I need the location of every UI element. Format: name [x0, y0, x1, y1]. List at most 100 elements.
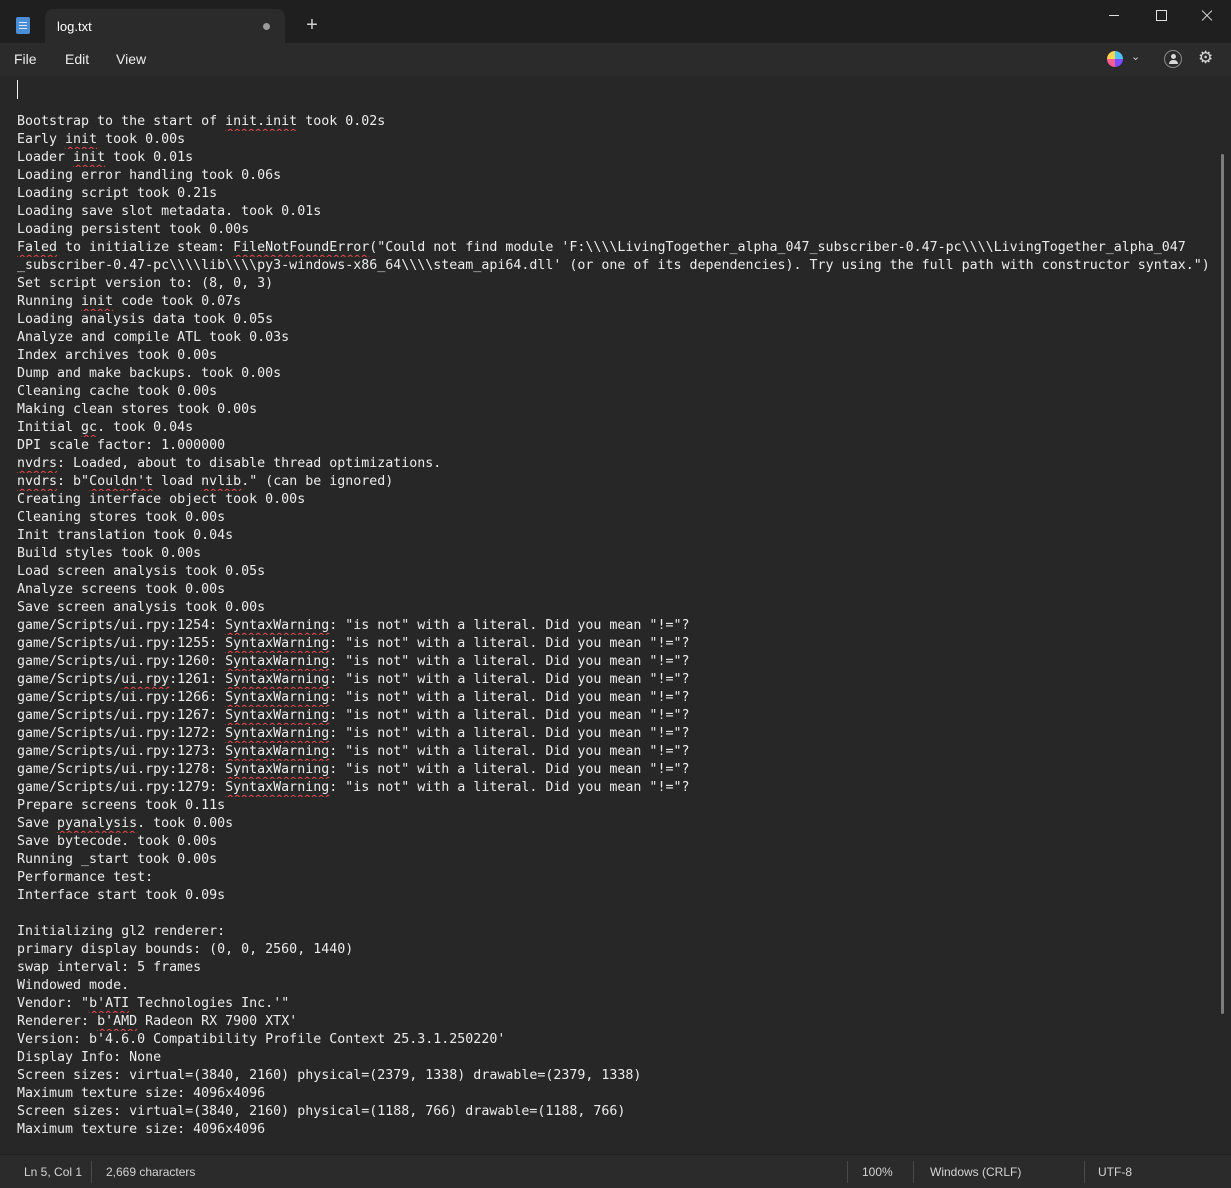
close-icon[interactable] — [1184, 0, 1230, 32]
spellcheck-word: init — [65, 132, 98, 147]
text-line: Initializing gl2 renderer: — [17, 923, 1212, 941]
text-segment: Bootstrap to the start of — [17, 114, 226, 129]
text-segment: Running — [17, 294, 82, 309]
text-line: Version: b'4.6.0 Compatibility Profile C… — [17, 1031, 1212, 1049]
text-segment: : "is not" with a literal. Did you mean … — [329, 618, 690, 633]
text-segment: Screen sizes: virtual=(3840, 2160) physi… — [17, 1104, 626, 1119]
status-divider — [913, 1161, 914, 1183]
text-segment: :1261: — [169, 672, 226, 687]
text-line: DPI scale factor: 1.000000 — [17, 437, 1212, 455]
text-line: Index archives took 0.00s — [17, 347, 1212, 365]
copilot-icon[interactable] — [1107, 51, 1123, 67]
status-divider — [1084, 1161, 1085, 1183]
text-segment: Performance test: — [17, 870, 154, 885]
text-line: game/Scripts/ui.rpy:1279: SyntaxWarning:… — [17, 779, 1212, 797]
gear-icon[interactable]: ⚙ — [1198, 48, 1213, 68]
account-icon[interactable] — [1164, 50, 1182, 68]
text-line: primary display bounds: (0, 0, 2560, 144… — [17, 941, 1212, 959]
spellcheck-word: init — [81, 294, 114, 309]
line-ending[interactable]: Windows (CRLF) — [930, 1165, 1021, 1179]
text-segment: ." (can be ignored) — [241, 474, 394, 489]
text-segment: Analyze and compile ATL took 0.03s — [17, 330, 290, 345]
tab-title: log.txt — [57, 19, 92, 34]
text-segment: Initial — [17, 420, 82, 435]
text-segment: : "is not" with a literal. Did you mean … — [329, 762, 690, 777]
unsaved-dot-icon[interactable] — [263, 23, 270, 30]
menu-bar: File Edit View ⌄ ⚙ — [0, 43, 1231, 76]
spellcheck-word: SyntaxWarning — [225, 618, 330, 633]
text-segment: Save bytecode. took 0.00s — [17, 834, 218, 849]
menu-file[interactable]: File — [14, 51, 37, 67]
text-segment: Loading script took 0.21s — [17, 186, 218, 201]
menu-view[interactable]: View — [116, 51, 146, 67]
text-segment: game/Scripts/ui.rpy:1267: — [17, 708, 226, 723]
status-bar: Ln 5, Col 1 2,669 characters 100% Window… — [0, 1154, 1231, 1188]
text-segment: : b" — [57, 474, 90, 489]
text-line: Analyze screens took 0.00s — [17, 581, 1212, 599]
menu-edit[interactable]: Edit — [65, 51, 89, 67]
text-segment: : "is not" with a literal. Did you mean … — [329, 744, 690, 759]
text-segment: Maximum texture size: 4096x4096 — [17, 1086, 266, 1101]
text-segment: Index archives took 0.00s — [17, 348, 218, 363]
spellcheck-word: SyntaxWarning — [225, 654, 330, 669]
text-segment: Set script version to: (8, 0, 3) — [17, 276, 274, 291]
spellcheck-word: init — [73, 150, 106, 165]
text-segment: : "is not" with a literal. Did you mean … — [329, 690, 690, 705]
text-segment: : "is not" with a literal. Did you mean … — [329, 708, 690, 723]
text-line: game/Scripts/ui.rpy:1267: SyntaxWarning:… — [17, 707, 1212, 725]
text-line: Analyze and compile ATL took 0.03s — [17, 329, 1212, 347]
text-line: game/Scripts/ui.rpy:1278: SyntaxWarning:… — [17, 761, 1212, 779]
text-segment: Loader — [17, 150, 74, 165]
text-segment: Prepare screens took 0.11s — [17, 798, 226, 813]
vertical-scrollbar[interactable] — [1221, 154, 1224, 1014]
text-segment: took 0.02s — [297, 114, 386, 129]
text-line — [17, 905, 1212, 923]
title-bar: log.txt + — [0, 0, 1231, 43]
maximize-icon[interactable] — [1138, 0, 1184, 32]
text-segment: Windowed mode. — [17, 978, 130, 993]
text-segment: swap interval: 5 frames — [17, 960, 202, 975]
cursor-position: Ln 5, Col 1 — [24, 1165, 83, 1179]
text-segment: to initialize steam: — [57, 240, 234, 255]
status-divider — [847, 1161, 848, 1183]
text-segment: Creating interface object took 0.00s — [17, 492, 306, 507]
text-line: Set script version to: (8, 0, 3) — [17, 275, 1212, 293]
text-segment: Version: b'4.6.0 Compatibility Profile C… — [17, 1032, 506, 1047]
text-segment: Renderer: — [17, 1014, 98, 1029]
text-line: swap interval: 5 frames — [17, 959, 1212, 977]
editor-text[interactable]: Bootstrap to the start of init.init took… — [17, 95, 1212, 1139]
plus-icon[interactable]: + — [300, 14, 324, 38]
text-editor[interactable]: Bootstrap to the start of init.init took… — [0, 76, 1231, 1154]
text-line: Screen sizes: virtual=(3840, 2160) physi… — [17, 1103, 1212, 1121]
text-line: game/Scripts/ui.rpy:1255: SyntaxWarning:… — [17, 635, 1212, 653]
zoom-level[interactable]: 100% — [862, 1165, 893, 1179]
text-line: Faled to initialize steam: FileNotFoundE… — [17, 239, 1212, 257]
text-line: Save bytecode. took 0.00s — [17, 833, 1212, 851]
text-line: game/Scripts/ui.rpy:1272: SyntaxWarning:… — [17, 725, 1212, 743]
text-segment: : "is not" with a literal. Did you mean … — [329, 780, 690, 795]
text-line: Prepare screens took 0.11s — [17, 797, 1212, 815]
text-line: game/Scripts/ui.rpy:1266: SyntaxWarning:… — [17, 689, 1212, 707]
chevron-down-icon[interactable]: ⌄ — [1131, 50, 1140, 63]
tab-log-txt[interactable]: log.txt — [45, 9, 285, 43]
text-segment: primary display bounds: (0, 0, 2560, 144… — [17, 942, 354, 957]
text-segment: game/Scripts/ui.rpy:1278: — [17, 762, 226, 777]
minimize-icon[interactable] — [1091, 0, 1137, 32]
encoding[interactable]: UTF-8 — [1098, 1165, 1132, 1179]
text-segment: Save — [17, 816, 58, 831]
spellcheck-word: SyntaxWarning — [225, 636, 330, 651]
text-segment: Interface start took 0.09s — [17, 888, 226, 903]
text-segment: code took 0.07s — [113, 294, 242, 309]
text-line: Loading persistent took 0.00s — [17, 221, 1212, 239]
text-segment: game/Scripts/ui.rpy:1266: — [17, 690, 226, 705]
text-line: Performance test: — [17, 869, 1212, 887]
text-line: Running _start took 0.00s — [17, 851, 1212, 869]
text-segment: load — [153, 474, 202, 489]
text-segment: Cleaning stores took 0.00s — [17, 510, 226, 525]
text-line: Renderer: b'AMD Radeon RX 7900 XTX' — [17, 1013, 1212, 1031]
spellcheck-word: Faled — [17, 240, 58, 255]
text-segment: took 0.00s — [97, 132, 186, 147]
text-line: game/Scripts/ui.rpy:1260: SyntaxWarning:… — [17, 653, 1212, 671]
text-segment: Save screen analysis took 0.00s — [17, 600, 266, 615]
text-segment: : "is not" with a literal. Did you mean … — [329, 654, 690, 669]
